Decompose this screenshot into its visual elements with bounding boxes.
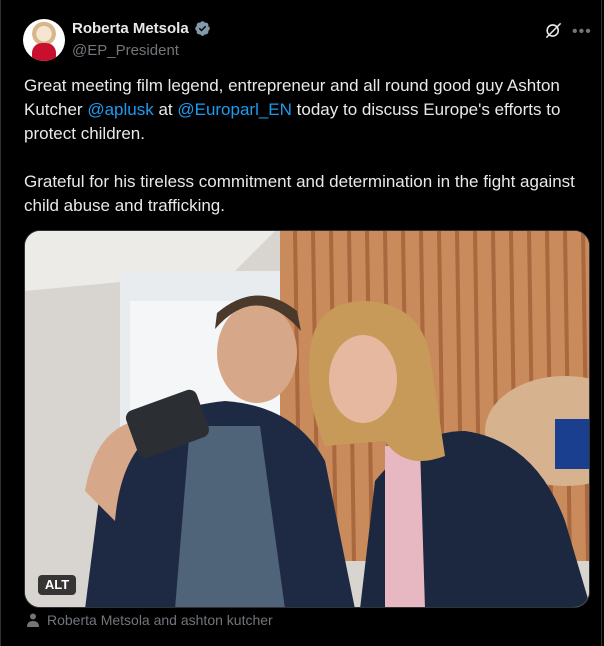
tweet-paragraph-1: Great meeting film legend, entrepreneur … <box>24 74 584 146</box>
grok-icon[interactable] <box>544 21 563 40</box>
tweet-paragraph-2: Grateful for his tireless commitment and… <box>24 172 575 215</box>
tweet-photo[interactable] <box>24 230 590 608</box>
avatar[interactable] <box>23 19 65 61</box>
more-icon[interactable]: ••• <box>572 23 592 41</box>
mention-europarl[interactable]: @Europarl_EN <box>177 100 292 119</box>
author-handle[interactable]: @EP_President <box>72 42 179 59</box>
alt-badge[interactable]: ALT <box>38 575 76 595</box>
tagged-people[interactable]: Roberta Metsola and ashton kutcher <box>25 612 273 628</box>
text-segment: at <box>153 100 178 119</box>
tweet-card: Roberta Metsola @EP_President ••• Great … <box>0 0 602 646</box>
verified-badge-icon <box>194 21 210 36</box>
tweet-text: Great meeting film legend, entrepreneur … <box>24 74 584 218</box>
author-name[interactable]: Roberta Metsola <box>72 20 189 37</box>
avatar-figure <box>32 43 56 61</box>
tagged-people-text: Roberta Metsola and ashton kutcher <box>47 612 273 628</box>
mention-aplusk[interactable]: @aplusk <box>87 100 153 119</box>
person-icon <box>27 613 39 627</box>
photo-illustration <box>25 231 589 607</box>
author-row: Roberta Metsola <box>72 20 211 37</box>
